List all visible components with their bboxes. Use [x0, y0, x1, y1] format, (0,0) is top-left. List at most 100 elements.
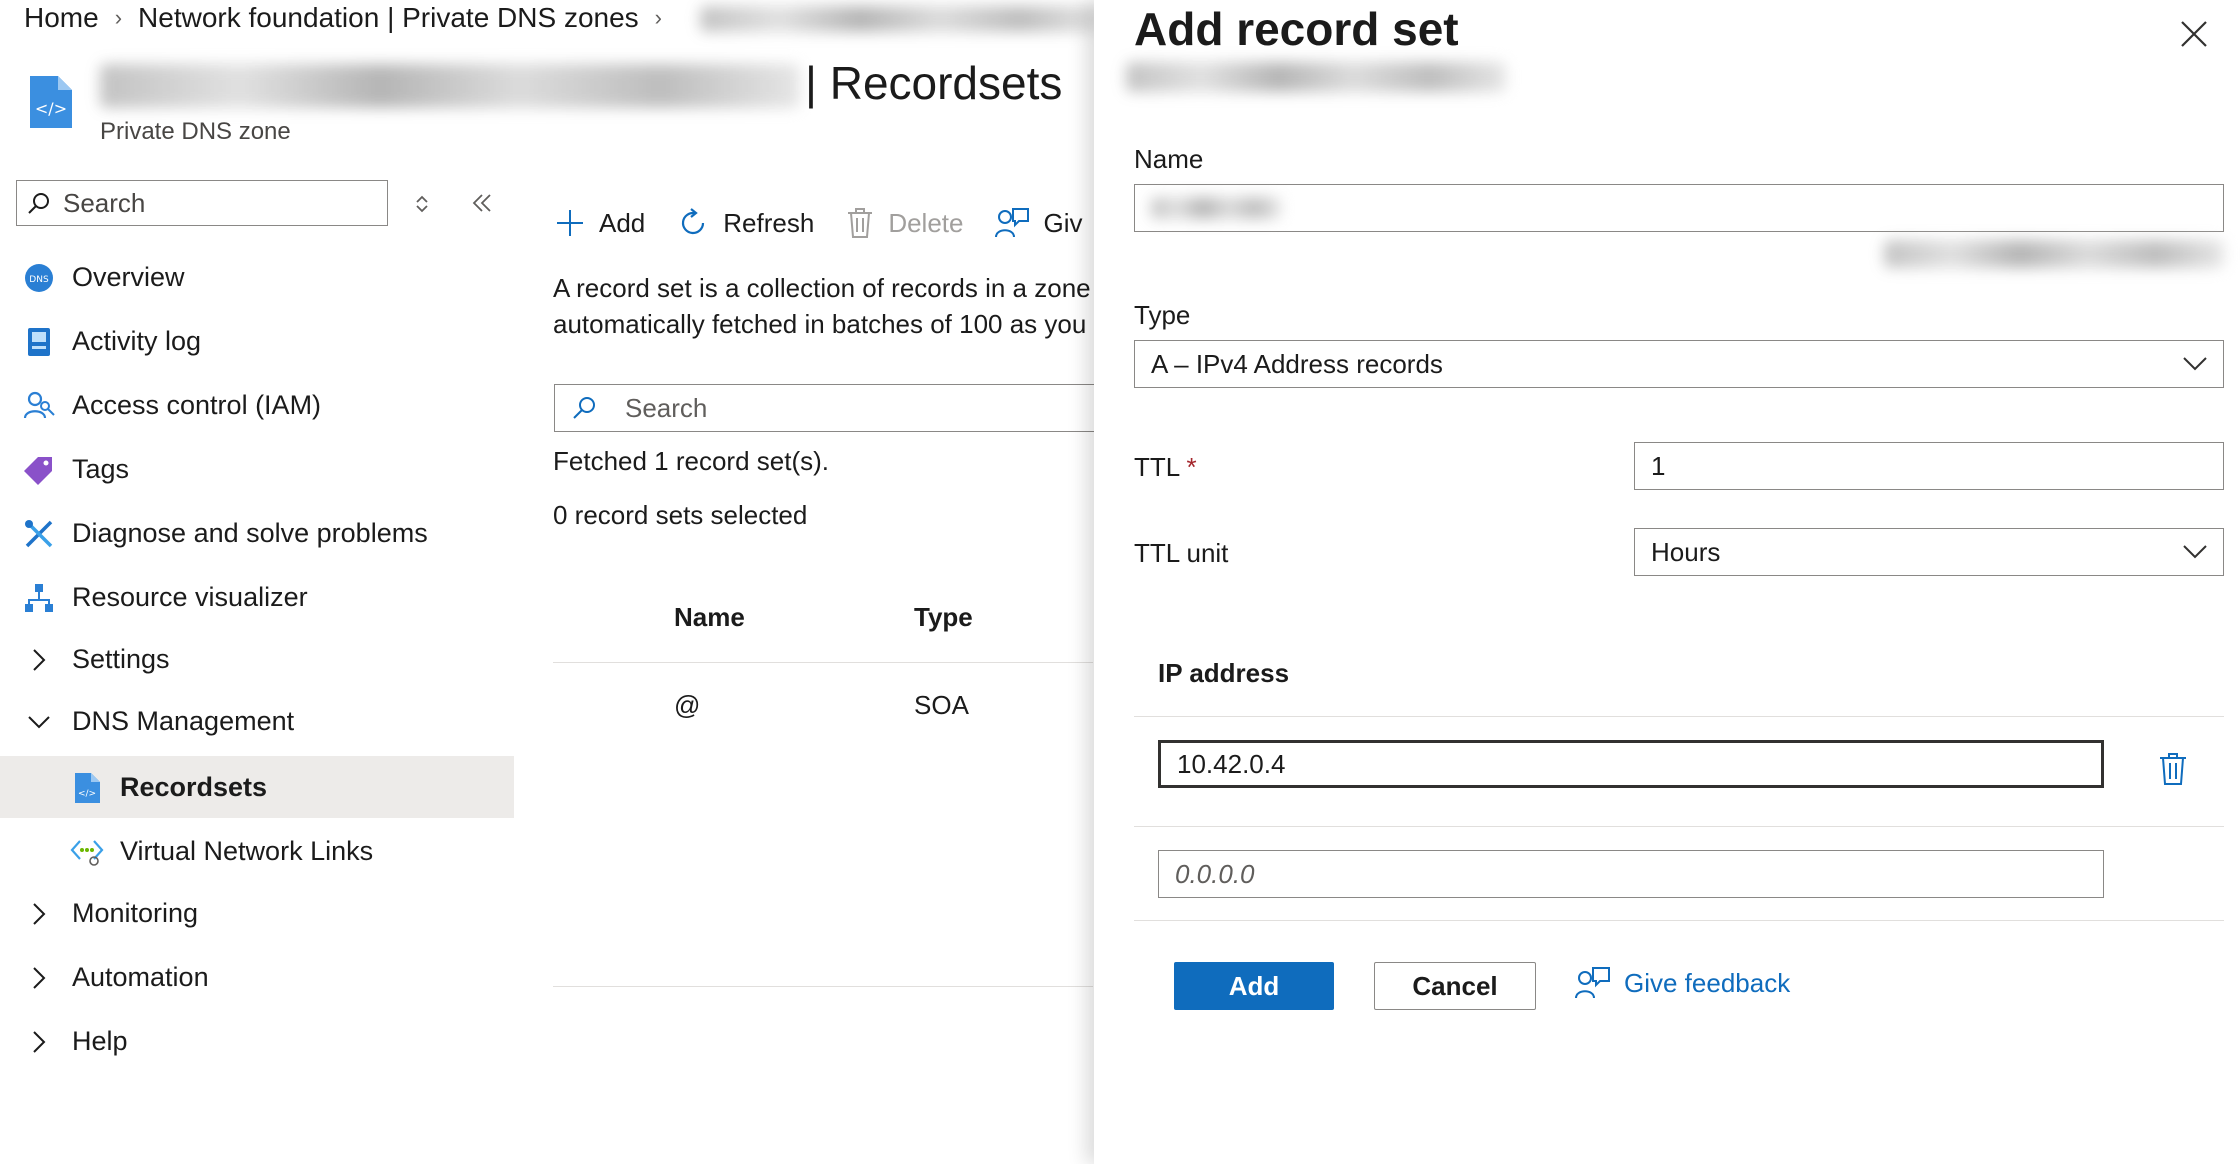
nav-item-label: Settings — [72, 643, 170, 674]
blade-description: A record set is a collection of records … — [553, 270, 1093, 342]
nav-item-monitoring[interactable]: Monitoring — [0, 882, 514, 944]
feedback-icon — [995, 208, 1030, 238]
search-icon — [28, 193, 49, 214]
ttl-input-value: 1 — [1651, 450, 1666, 481]
collapse-nav-icon[interactable] — [470, 192, 494, 214]
nav-item-activity-log[interactable]: Activity log — [0, 310, 514, 372]
ttl-unit-label: TTL unit — [1134, 538, 1229, 568]
ip-address-value: 10.42.0.4 — [1177, 748, 1286, 779]
svg-text:</>: </> — [78, 789, 96, 799]
svg-text:DNS: DNS — [29, 275, 49, 285]
nav-item-label: Monitoring — [72, 897, 199, 928]
ttl-label-text: TTL — [1134, 452, 1180, 482]
give-feedback-button[interactable]: Giv — [995, 207, 1082, 239]
tag-icon — [22, 454, 56, 486]
name-label: Name — [1134, 144, 1204, 174]
chevron-right-icon — [22, 898, 56, 930]
ip-address-input[interactable]: 10.42.0.4 — [1158, 740, 2104, 788]
refresh-button-label: Refresh — [723, 207, 815, 238]
nav-item-overview[interactable]: DNS Overview — [0, 246, 514, 308]
recordset-search-placeholder: Search — [625, 392, 708, 423]
ttl-label: TTL * — [1134, 452, 1197, 483]
type-select[interactable]: A – IPv4 Address records — [1134, 340, 2224, 388]
nav-item-label: Tags — [72, 453, 130, 484]
give-feedback-link[interactable]: Give feedback — [1574, 966, 1790, 1000]
name-input[interactable] — [1134, 184, 2224, 232]
refresh-button[interactable]: Refresh — [677, 207, 814, 239]
type-select-value: A – IPv4 Address records — [1151, 348, 1443, 379]
nav-item-virtual-network-links[interactable]: Virtual Network Links — [0, 820, 514, 882]
table-bottom-divider — [553, 986, 1093, 987]
nav-item-automation[interactable]: Automation — [0, 946, 514, 1008]
nav-item-tags[interactable]: Tags — [0, 438, 514, 500]
breadcrumb: Home › Network foundation | Private DNS … — [24, 0, 678, 36]
nav-item-settings[interactable]: Settings — [0, 628, 514, 690]
recordsets-icon: </> — [70, 772, 104, 804]
breadcrumb-home-link[interactable]: Home — [24, 2, 99, 34]
nav-item-label: Recordsets — [120, 771, 268, 802]
chevron-right-icon: › — [114, 5, 123, 30]
nav-item-diagnose[interactable]: Diagnose and solve problems — [0, 502, 514, 564]
redacted-name-value — [1151, 197, 1281, 219]
column-header-type[interactable]: Type — [914, 602, 973, 633]
ttl-input[interactable]: 1 — [1634, 442, 2224, 490]
add-button[interactable]: Add — [555, 208, 645, 239]
private-dns-zone-icon: </> — [30, 76, 72, 128]
nav-item-recordsets[interactable]: </> Recordsets — [0, 756, 514, 818]
page-title: | Recordsets — [805, 57, 1063, 109]
nav-item-dns-management[interactable]: DNS Management — [0, 690, 514, 752]
recordset-search-input[interactable]: Search — [554, 384, 1114, 432]
ip-address-new-input[interactable]: 0.0.0.0 — [1158, 850, 2104, 898]
table-cell-name[interactable]: @ — [674, 690, 700, 721]
nav-item-help[interactable]: Help — [0, 1010, 514, 1072]
ip-list-divider — [1134, 920, 2224, 921]
nav-item-label: DNS Management — [72, 705, 295, 736]
redacted-zone-name — [100, 64, 800, 108]
chevron-right-icon — [22, 962, 56, 994]
cancel-button[interactable]: Cancel — [1374, 962, 1536, 1010]
chevron-down-icon — [22, 706, 56, 738]
search-icon — [573, 397, 595, 419]
chevron-right-icon — [22, 644, 56, 676]
give-feedback-label: Give feedback — [1624, 967, 1791, 998]
visualizer-icon — [22, 582, 56, 614]
chevron-down-icon — [2183, 545, 2207, 559]
nav-item-label: Automation — [72, 961, 209, 992]
svg-text:</>: </> — [35, 99, 67, 118]
column-header-name[interactable]: Name — [674, 602, 745, 633]
nav-item-access-control[interactable]: Access control (IAM) — [0, 374, 514, 436]
nav-item-resource-visualizer[interactable]: Resource visualizer — [0, 566, 514, 628]
redacted-name-suffix — [1884, 240, 2224, 268]
delete-ip-icon[interactable] — [2158, 752, 2188, 786]
give-feedback-label: Giv — [1043, 207, 1083, 238]
ip-address-header: IP address — [1158, 658, 1290, 688]
close-icon[interactable] — [2174, 14, 2214, 54]
breadcrumb-parent-link[interactable]: Network foundation | Private DNS zones — [138, 2, 639, 34]
nav-search-input[interactable]: Search — [16, 180, 388, 226]
page-subtitle: Private DNS zone — [100, 118, 291, 145]
command-bar: Add Refresh Delete Giv — [555, 202, 1114, 244]
add-button[interactable]: Add — [1174, 962, 1334, 1010]
sort-toggle-icon[interactable] — [414, 194, 430, 214]
fetched-status: Fetched 1 record set(s). — [553, 446, 829, 476]
plus-icon — [557, 210, 583, 236]
selection-status: 0 record sets selected — [553, 500, 808, 530]
ip-address-placeholder: 0.0.0.0 — [1175, 858, 1255, 889]
delete-button-label: Delete — [888, 207, 964, 238]
refresh-icon — [682, 208, 705, 235]
feedback-icon — [1575, 967, 1610, 999]
description-line-2: automatically fetched in batches of 100 … — [553, 309, 1093, 339]
nav-item-label: Help — [72, 1025, 128, 1056]
redacted-breadcrumb — [700, 6, 1100, 32]
nav-search-placeholder: Search — [63, 187, 146, 218]
add-button-label: Add — [599, 207, 646, 238]
ttl-unit-select[interactable]: Hours — [1634, 528, 2224, 576]
wrench-icon — [22, 518, 56, 550]
nav-item-label: Overview — [72, 261, 185, 292]
panel-title: Add record set — [1134, 3, 1459, 55]
nav-item-label: Virtual Network Links — [120, 835, 374, 866]
nav-item-label: Diagnose and solve problems — [72, 517, 428, 548]
trash-icon — [848, 208, 873, 238]
delete-button[interactable]: Delete — [846, 207, 963, 239]
ttl-unit-value: Hours — [1651, 536, 1721, 567]
